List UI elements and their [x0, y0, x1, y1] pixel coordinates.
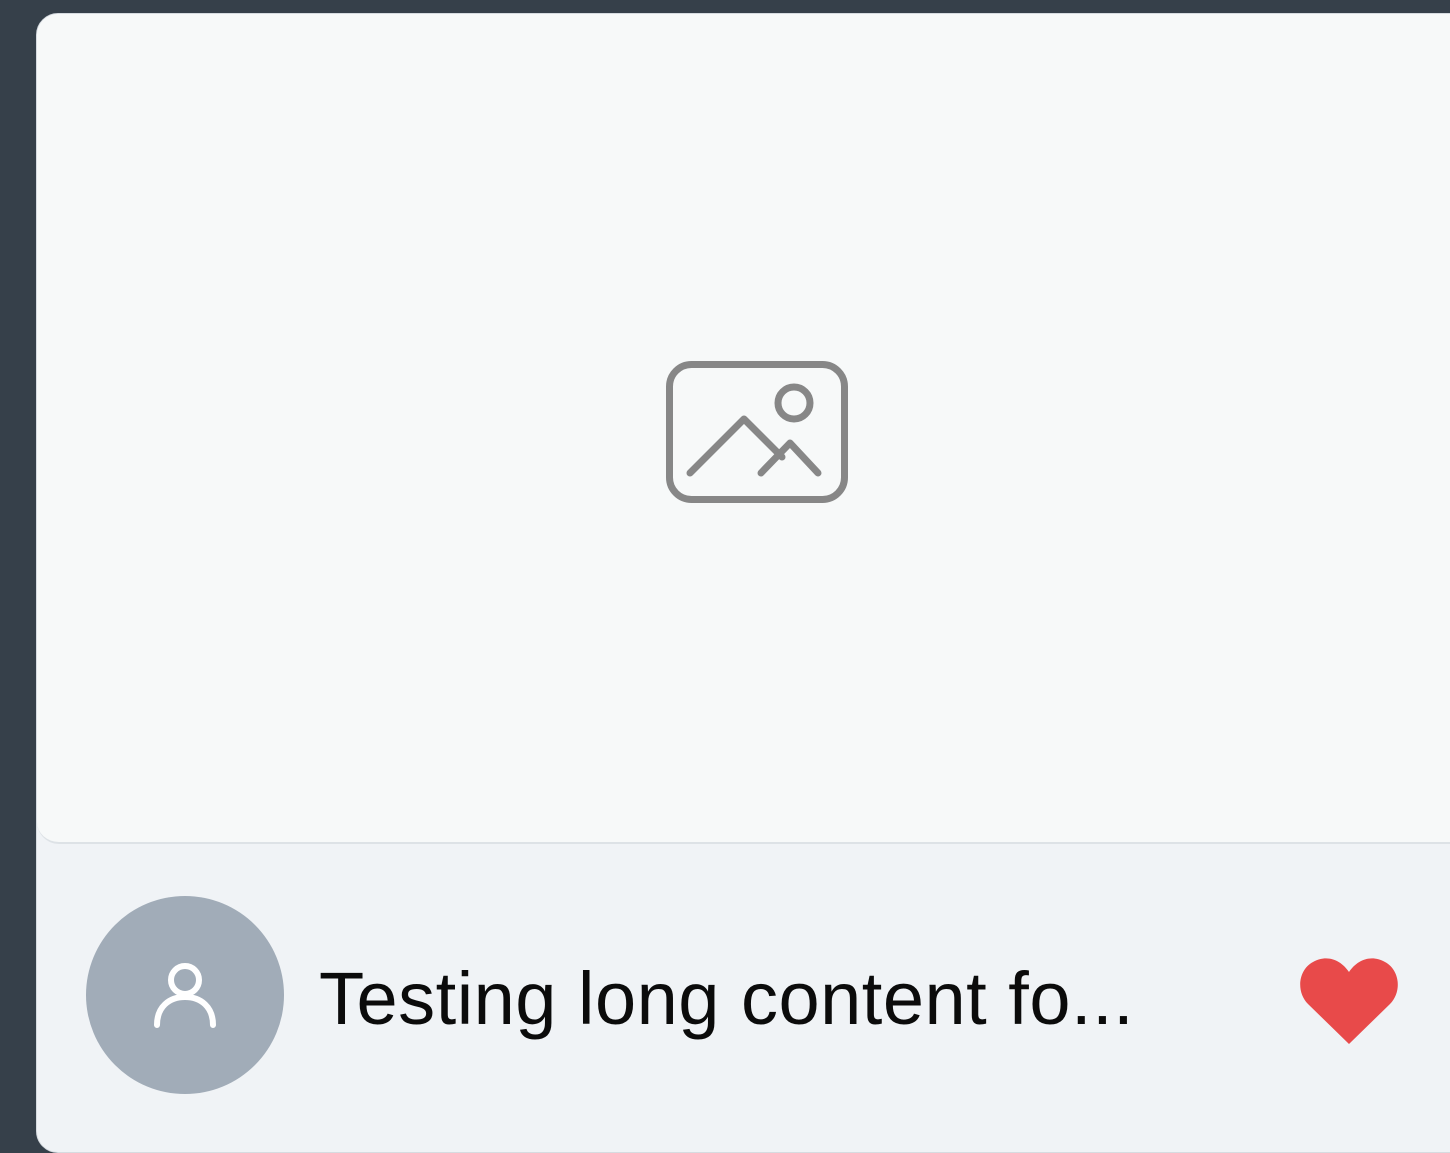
- image-placeholder-icon: [666, 361, 848, 503]
- avatar[interactable]: [86, 896, 284, 1094]
- card-image-placeholder: [37, 14, 1450, 844]
- card-caption: Testing long content fo...: [319, 957, 1135, 1040]
- content-card[interactable]: Testing long content fo...: [36, 13, 1450, 1153]
- heart-icon: [1300, 958, 1398, 1044]
- like-button[interactable]: [1299, 954, 1399, 1046]
- user-icon: [154, 963, 216, 1028]
- card-footer: Testing long content fo...: [37, 844, 1450, 1152]
